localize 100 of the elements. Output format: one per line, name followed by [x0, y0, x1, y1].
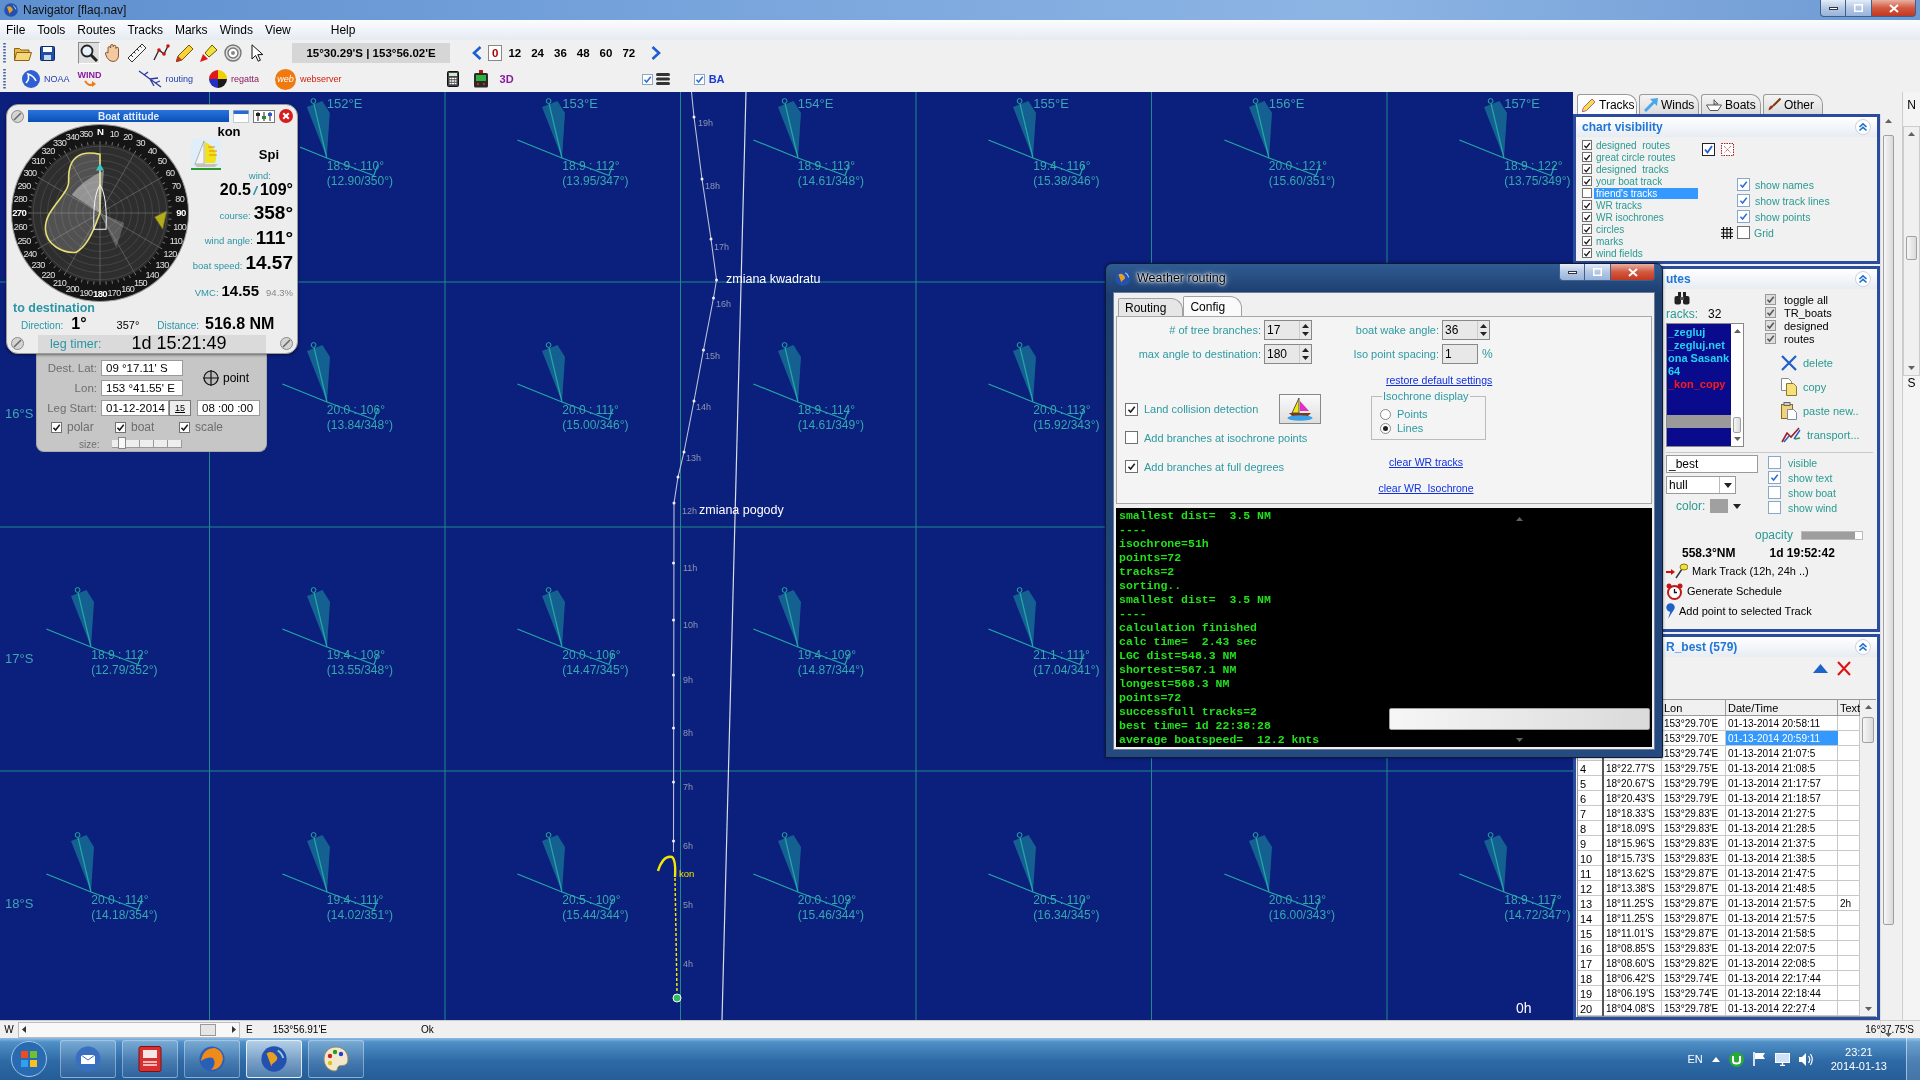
latitude-field[interactable]: 09 °17.11' S: [101, 360, 183, 376]
taskbar-button[interactable]: [246, 1040, 302, 1078]
track-item[interactable]: _zegluj.net: [1667, 339, 1731, 352]
panel-tab[interactable]: Tracks: [1577, 94, 1637, 114]
radio-button[interactable]: [1380, 408, 1391, 420]
checkbox[interactable]: [1125, 402, 1138, 416]
menu-item[interactable]: Routes: [71, 23, 122, 37]
speaker-icon[interactable]: [1798, 1052, 1814, 1066]
clock-time[interactable]: 23:21: [1845, 1045, 1873, 1059]
command-button[interactable]: Add point to selected Track: [1666, 601, 1877, 621]
checkbox[interactable]: [1582, 164, 1592, 174]
menu-item[interactable]: Winds: [213, 23, 259, 37]
spin-up-icon[interactable]: [1302, 324, 1309, 328]
checkbox[interactable]: [1768, 501, 1781, 514]
link[interactable]: clear WR tracks: [1388, 456, 1464, 468]
checkbox[interactable]: [1582, 236, 1592, 246]
close-button[interactable]: [279, 109, 293, 123]
webserver-button[interactable]: web webserver: [275, 68, 342, 90]
color-swatch-icon[interactable]: [1710, 499, 1729, 513]
taskbar-button[interactable]: [184, 1040, 240, 1078]
forecast-hour-button[interactable]: 0: [488, 45, 503, 61]
checkbox[interactable]: [1582, 200, 1592, 210]
u-circle-icon[interactable]: [1728, 1051, 1744, 1067]
forecast-hour-button[interactable]: 12: [504, 45, 526, 61]
checkbox[interactable]: [1125, 431, 1138, 444]
monitor-icon[interactable]: [1774, 1052, 1790, 1066]
checkbox[interactable]: [1768, 456, 1781, 469]
tab[interactable]: Routing: [1118, 298, 1184, 316]
spin-down-icon[interactable]: [1302, 356, 1309, 360]
forecast-hour-button[interactable]: 48: [572, 45, 594, 61]
checkbox[interactable]: [1125, 460, 1138, 473]
date-field[interactable]: 01-12-2014: [101, 400, 169, 416]
maximize-button[interactable]: [1585, 264, 1611, 281]
scroll-thumb[interactable]: [1389, 708, 1650, 730]
clock-date[interactable]: 2014-01-13: [1830, 1059, 1887, 1073]
window-icon[interactable]: [233, 109, 249, 123]
checkbox[interactable]: [693, 73, 705, 85]
checkbox[interactable]: [1582, 188, 1592, 198]
sliders-icon[interactable]: [253, 109, 275, 123]
panel-tab[interactable]: Winds: [1639, 94, 1699, 114]
checkbox[interactable]: [1768, 486, 1781, 499]
scrollbar[interactable]: [1731, 324, 1743, 446]
checkbox-label[interactable]: BA: [708, 73, 725, 85]
forecast-hour-button[interactable]: 36: [550, 45, 571, 61]
checkbox[interactable]: [1582, 224, 1592, 234]
show-desktop-button[interactable]: [1906, 1038, 1920, 1080]
filter-label[interactable]: toggle all: [1784, 293, 1829, 306]
noaa-button[interactable]: NOAA: [22, 68, 70, 90]
scroll-right-icon[interactable]: [232, 1026, 236, 1033]
taskbar-button[interactable]: [60, 1040, 116, 1078]
taskbar-button[interactable]: [308, 1040, 364, 1078]
taskbar-button[interactable]: [122, 1040, 178, 1078]
hull-dropdown[interactable]: hull: [1666, 476, 1736, 494]
spin-up-icon[interactable]: [1480, 324, 1487, 328]
menu-item[interactable]: Marks: [168, 23, 214, 37]
minimize-button[interactable]: [1559, 264, 1585, 281]
checkbox[interactable]: [1582, 176, 1592, 186]
regatta-button[interactable]: regatta: [209, 68, 260, 90]
flag-icon[interactable]: [1752, 1052, 1766, 1066]
forecast-hour-button[interactable]: 60: [595, 45, 617, 61]
scroll-left-icon[interactable]: [22, 1026, 26, 1033]
chevron-up-icon[interactable]: [1711, 1056, 1720, 1062]
checkbox[interactable]: [1737, 226, 1750, 239]
tool-button[interactable]: [126, 42, 148, 64]
radio-button[interactable]: [1380, 422, 1391, 434]
longitude-field[interactable]: 153 °41.55' E: [101, 380, 183, 396]
forecast-hour-button[interactable]: 24: [527, 45, 548, 61]
scroll-up-icon[interactable]: [1733, 329, 1741, 333]
column-header[interactable]: Lon: [1662, 700, 1726, 716]
track-item[interactable]: ona Sasank: [1667, 352, 1731, 365]
number-field[interactable]: 36: [1442, 320, 1490, 340]
collapse-icon[interactable]: [1855, 639, 1871, 655]
time-field[interactable]: 08 :00 :00: [197, 400, 260, 416]
scroll-thumb[interactable]: [1883, 135, 1894, 925]
checkbox[interactable]: [1765, 307, 1776, 318]
checkbox[interactable]: [115, 421, 126, 433]
command-button[interactable]: Mark Track (12h, 24h ..): [1666, 561, 1877, 581]
checkbox[interactable]: [51, 421, 62, 433]
column-header[interactable]: Text: [1838, 700, 1860, 716]
checkbox[interactable]: [1582, 248, 1592, 258]
spin-up-icon[interactable]: [1302, 348, 1309, 352]
panel-tab[interactable]: Other: [1763, 94, 1823, 114]
collapse-icon[interactable]: [1855, 271, 1871, 287]
filter-label[interactable]: routes: [1784, 332, 1815, 345]
scroll-thumb[interactable]: [200, 1023, 216, 1036]
forecast-hour-button[interactable]: 72: [618, 45, 640, 61]
close-button[interactable]: [1872, 0, 1916, 17]
grid-icon[interactable]: [1721, 226, 1733, 239]
scroll-thumb[interactable]: [1733, 417, 1741, 433]
maximize-button[interactable]: [1846, 0, 1872, 17]
scroll-down-icon[interactable]: [1908, 366, 1915, 370]
previous-button[interactable]: [470, 44, 484, 62]
number-field[interactable]: 180: [1264, 344, 1312, 364]
checkbox[interactable]: [641, 73, 653, 85]
checkbox[interactable]: [1582, 152, 1592, 162]
track-item[interactable]: _zegluj: [1667, 326, 1731, 339]
menu-item[interactable]: View: [258, 23, 297, 37]
scroll-thumb[interactable]: [1906, 236, 1917, 260]
scroll-down-icon[interactable]: [1864, 1007, 1872, 1011]
panel-tab[interactable]: Boats: [1701, 94, 1761, 114]
